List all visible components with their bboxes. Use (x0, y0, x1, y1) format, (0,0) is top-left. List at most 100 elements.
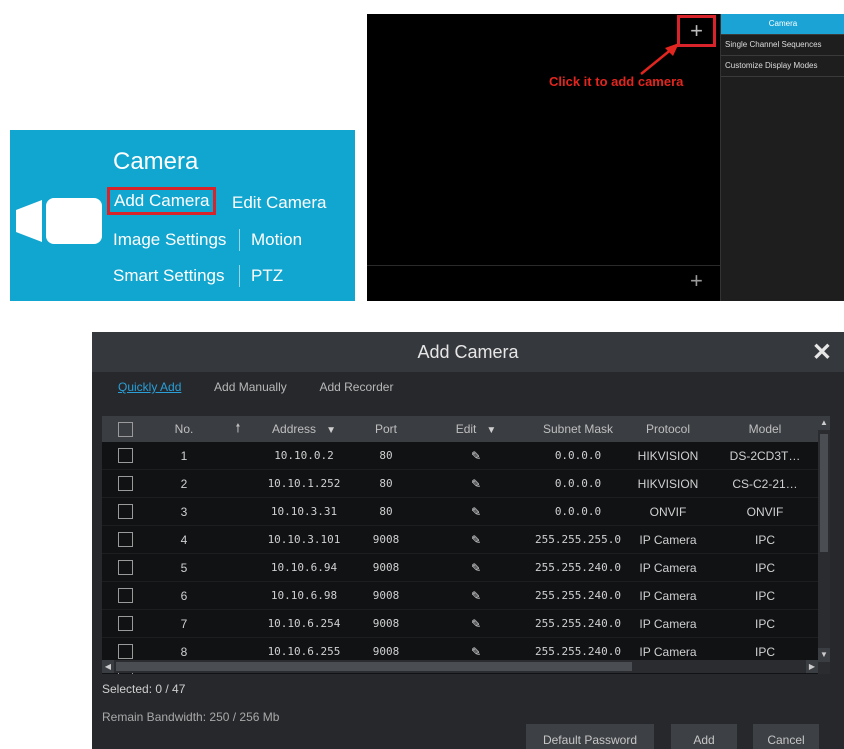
table-row[interactable]: 4 10.10.3.101 9008 ✎ 255.255.255.0 IP Camera I… (102, 526, 818, 554)
dialog-titlebar: Add Camera ✕ (92, 332, 844, 372)
cell-port: 9008 (372, 533, 400, 546)
scroll-up-icon[interactable]: ▲ (818, 416, 830, 430)
cell-address: 10.10.6.98 (270, 589, 338, 602)
col-address-header[interactable]: Address ▼ (256, 416, 352, 442)
edit-pencil-icon[interactable]: ✎ (471, 533, 481, 547)
row-checkbox[interactable] (117, 616, 133, 632)
cell-subnet-mask: 0.0.0.0 (554, 505, 602, 518)
tab-quickly-add[interactable]: Quickly Add (118, 380, 181, 394)
scroll-down-icon[interactable]: ▼ (818, 648, 830, 662)
chevron-down-icon[interactable]: ▼ (326, 425, 336, 436)
add-button[interactable]: Add (671, 724, 737, 749)
edit-pencil-icon[interactable]: ✎ (471, 477, 481, 491)
scroll-left-icon[interactable]: ◀ (102, 660, 114, 673)
cell-address: 10.10.3.31 (270, 505, 338, 518)
horizontal-scroll-thumb[interactable] (116, 662, 632, 671)
select-all-checkbox[interactable] (117, 421, 133, 437)
edit-pencil-icon[interactable]: ✎ (471, 645, 481, 659)
row-checkbox[interactable] (117, 588, 133, 604)
side-menu-camera[interactable]: Camera (721, 14, 844, 35)
col-protocol[interactable]: Protocol (624, 416, 712, 442)
row-checkbox[interactable] (117, 560, 133, 576)
smart-settings-menu-item[interactable]: Smart Settings (113, 266, 225, 286)
cell-no: 2 (180, 476, 188, 491)
camera-menu-tile: Camera Add Camera Edit Camera Image Sett… (10, 130, 355, 301)
cell-model: IPC (754, 588, 775, 603)
row-checkbox[interactable] (117, 532, 133, 548)
cell-protocol: IP Camera (639, 616, 697, 631)
edit-pencil-icon[interactable]: ✎ (471, 561, 481, 575)
cell-protocol: IP Camera (639, 588, 697, 603)
row-checkbox[interactable] (117, 504, 133, 520)
table-row[interactable]: 2 10.10.1.252 80 ✎ 0.0.0.0 HIKVISION CS-C2-21… (102, 470, 818, 498)
side-menu-customize-display-modes[interactable]: Customize Display Modes (721, 56, 844, 77)
cell-model: CS-C2-21… (732, 476, 798, 491)
add-plus-icon[interactable]: + (690, 268, 703, 294)
remain-bandwidth: Remain Bandwidth: 250 / 256 Mb (102, 710, 280, 724)
edit-camera-menu-item[interactable]: Edit Camera (232, 193, 326, 213)
close-icon[interactable]: ✕ (812, 338, 832, 367)
cancel-button[interactable]: Cancel (753, 724, 819, 749)
cell-protocol: IP Camera (639, 532, 697, 547)
vertical-scrollbar[interactable]: ▲ ▼ (818, 416, 830, 674)
col-edit-header[interactable]: Edit ▼ (420, 416, 532, 442)
cell-address: 10.10.6.254 (267, 617, 341, 630)
chevron-down-icon[interactable]: ▼ (486, 425, 496, 436)
scroll-right-icon[interactable]: ▶ (806, 660, 818, 673)
cell-model: DS-2CD3T… (729, 448, 801, 463)
default-password-button[interactable]: Default Password (526, 724, 654, 749)
col-edit: Edit (455, 422, 477, 436)
row-checkbox[interactable] (117, 644, 133, 660)
sort-arrow-icon[interactable]: 🠕 (220, 416, 256, 442)
tab-add-recorder[interactable]: Add Recorder (319, 380, 393, 394)
dialog-title: Add Camera (417, 342, 519, 362)
dialog-tabs: Quickly Add Add Manually Add Recorder (118, 380, 423, 394)
row-checkbox[interactable] (117, 476, 133, 492)
red-arrow-icon (640, 43, 679, 75)
edit-pencil-icon[interactable]: ✎ (471, 617, 481, 631)
motion-menu-item[interactable]: Motion (251, 230, 302, 250)
menu-separator (239, 265, 240, 287)
tab-add-manually[interactable]: Add Manually (214, 380, 287, 394)
cell-address: 10.10.1.252 (267, 477, 341, 490)
cell-model: IPC (754, 560, 775, 575)
ptz-menu-item[interactable]: PTZ (251, 266, 283, 286)
col-subnet-mask[interactable]: Subnet Mask (532, 416, 624, 442)
cell-model: ONVIF (746, 504, 784, 519)
table-row[interactable]: 6 10.10.6.98 9008 ✎ 255.255.240.0 IP Camera IP… (102, 582, 818, 610)
cell-address: 10.10.6.94 (270, 561, 338, 574)
side-menu-single-channel-sequences[interactable]: Single Channel Sequences (721, 35, 844, 56)
cell-subnet-mask: 255.255.240.0 (534, 561, 622, 574)
table-row[interactable]: 1 10.10.0.2 80 ✎ 0.0.0.0 HIKVISION DS-2CD3T… (102, 442, 818, 470)
add-camera-plus-icon[interactable]: + (677, 15, 716, 47)
table-row[interactable]: 5 10.10.6.94 9008 ✎ 255.255.240.0 IP Camera IP… (102, 554, 818, 582)
camera-table-container: No. 🠕 Address ▼ Port Edit ▼ Subnet Mask Pr… (102, 416, 830, 674)
col-model[interactable]: Model (712, 416, 818, 442)
row-checkbox[interactable] (117, 448, 133, 464)
table-row[interactable]: 7 10.10.6.254 9008 ✎ 255.255.240.0 IP Camera I… (102, 610, 818, 638)
menu-title: Camera (113, 148, 199, 175)
cell-port: 80 (379, 505, 393, 518)
add-camera-dialog: Add Camera ✕ Quickly Add Add Manually Ad… (92, 332, 844, 749)
cell-model: IPC (754, 616, 775, 631)
cell-subnet-mask: 255.255.255.0 (534, 533, 622, 546)
col-port[interactable]: Port (352, 416, 420, 442)
edit-pencil-icon[interactable]: ✎ (471, 449, 481, 463)
image-settings-menu-item[interactable]: Image Settings (113, 230, 226, 250)
cell-no: 5 (180, 560, 188, 575)
video-camera-icon (16, 198, 102, 244)
edit-pencil-icon[interactable]: ✎ (471, 589, 481, 603)
cell-no: 4 (180, 532, 188, 547)
add-camera-menu-item[interactable]: Add Camera (106, 187, 217, 215)
edit-pencil-icon[interactable]: ✎ (471, 505, 481, 519)
add-camera-hint: Click it to add camera (549, 74, 684, 89)
cell-port: 80 (379, 477, 393, 490)
table-row[interactable]: 3 10.10.3.31 80 ✎ 0.0.0.0 ONVIF ONVIF (102, 498, 818, 526)
live-view-panel: + Click it to add camera + Camera Single… (367, 14, 844, 301)
cell-protocol: HIKVISION (637, 476, 699, 491)
col-no[interactable]: No. (148, 416, 220, 442)
horizontal-scrollbar[interactable]: ◀ ▶ (102, 660, 818, 673)
cell-address: 10.10.3.101 (267, 533, 341, 546)
vertical-scroll-thumb[interactable] (820, 434, 828, 552)
cell-no: 1 (180, 448, 188, 463)
